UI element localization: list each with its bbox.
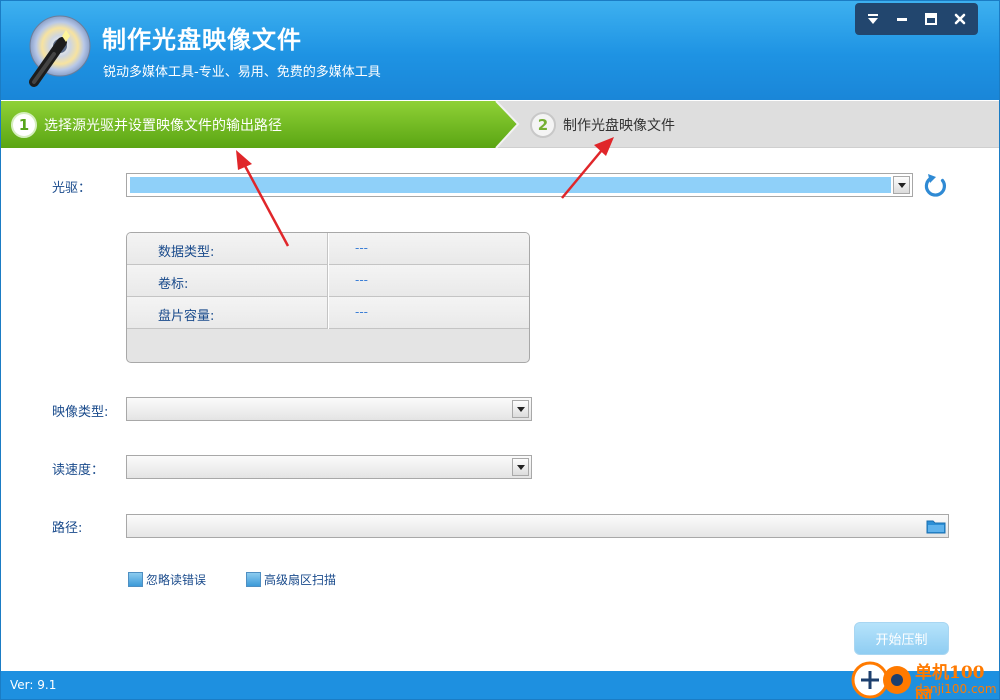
window-controls xyxy=(855,3,978,35)
watermark: 单机100网 danji100.com xyxy=(850,658,1000,700)
app-header: 制作光盘映像文件 锐动多媒体工具-专业、易用、免费的多媒体工具 xyxy=(0,0,1000,100)
maximize-icon[interactable] xyxy=(918,6,944,32)
start-burn-button[interactable]: 开始压制 xyxy=(854,622,949,655)
read-speed-select[interactable] xyxy=(126,455,532,479)
info-key: 数据类型: xyxy=(158,245,215,260)
path-input[interactable] xyxy=(126,514,949,538)
info-key: 卷标: xyxy=(158,277,189,292)
image-type-label: 映像类型: xyxy=(52,405,109,420)
steps-bar: 1 选择源光驱并设置映像文件的输出路径 2 制作光盘映像文件 xyxy=(0,101,1000,148)
divider xyxy=(327,265,329,297)
ignore-read-errors-checkbox[interactable]: 忽略读错误 xyxy=(128,571,206,588)
app-title: 制作光盘映像文件 xyxy=(102,26,302,54)
info-value: --- xyxy=(355,273,368,287)
checkbox-icon[interactable] xyxy=(128,572,143,587)
info-row-volume-label: 卷标: --- xyxy=(127,265,529,297)
advanced-sector-scan-checkbox[interactable]: 高级扇区扫描 xyxy=(246,571,336,588)
drive-select[interactable] xyxy=(126,173,913,197)
info-key: 盘片容量: xyxy=(158,309,215,324)
info-row-capacity: 盘片容量: --- xyxy=(127,297,529,329)
close-icon[interactable] xyxy=(947,6,973,32)
watermark-url: danji100.com xyxy=(915,682,997,696)
divider xyxy=(327,233,329,265)
drive-select-value xyxy=(130,177,891,193)
step-2-number: 2 xyxy=(530,112,556,138)
info-value: --- xyxy=(355,305,368,319)
annotation-arrowhead xyxy=(236,150,252,170)
drive-label: 光驱： xyxy=(52,181,92,196)
read-speed-label: 读速度： xyxy=(52,463,105,478)
disc-info-panel: 数据类型: --- 卷标: --- 盘片容量: --- xyxy=(126,232,530,363)
refresh-icon[interactable] xyxy=(922,172,950,200)
info-value: --- xyxy=(355,241,368,255)
step-2-label: 制作光盘映像文件 xyxy=(563,118,675,134)
info-row-data-type: 数据类型: --- xyxy=(127,233,529,265)
chevron-down-icon[interactable] xyxy=(893,176,910,194)
ignore-read-errors-label: 忽略读错误 xyxy=(146,573,207,587)
chevron-down-icon[interactable] xyxy=(512,400,529,418)
version-text: Ver: 9.1 xyxy=(10,678,57,692)
step-1-label: 选择源光驱并设置映像文件的输出路径 xyxy=(44,118,282,134)
menu-down-icon[interactable] xyxy=(860,6,886,32)
folder-icon[interactable] xyxy=(926,518,946,534)
advanced-sector-scan-label: 高级扇区扫描 xyxy=(264,573,337,587)
chevron-down-icon[interactable] xyxy=(512,458,529,476)
checkbox-icon[interactable] xyxy=(246,572,261,587)
disc-wand-icon xyxy=(29,15,91,87)
app-subtitle: 锐动多媒体工具-专业、易用、免费的多媒体工具 xyxy=(103,65,381,80)
image-type-select[interactable] xyxy=(126,397,532,421)
minimize-icon[interactable] xyxy=(889,6,915,32)
step-1-number: 1 xyxy=(11,112,37,138)
watermark-logo-icon xyxy=(851,661,911,699)
path-label: 路径: xyxy=(52,521,83,536)
divider xyxy=(327,297,329,329)
